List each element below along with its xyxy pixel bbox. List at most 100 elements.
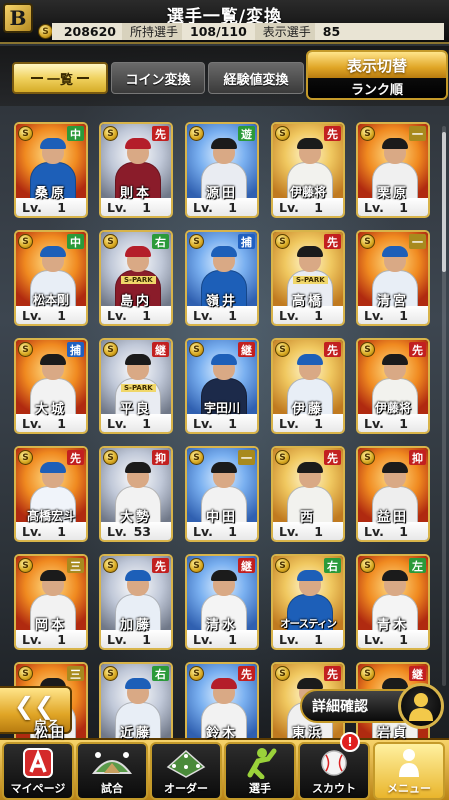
level-value: 1 [399, 631, 408, 647]
level-label: Lv. [107, 199, 127, 215]
player-cap [297, 354, 323, 365]
player-name: 則本 [119, 185, 152, 201]
player-cap [125, 138, 151, 149]
position-badge: 右 [152, 666, 169, 681]
position-badge: 先 [324, 666, 341, 681]
coin-convertible-icon: S [103, 234, 118, 249]
player-card[interactable]: S 継 清水 Lv. 1 [185, 554, 259, 650]
level-value: 1 [142, 199, 151, 215]
player-card[interactable]: S 右 オースティン Lv. 1 [271, 554, 345, 650]
position-badge: 遊 [238, 126, 255, 141]
level-label: Lv. [22, 631, 42, 647]
player-cap [382, 354, 408, 365]
level-value: 53 [133, 523, 151, 539]
player-card[interactable]: S 先 西 Lv. 1 [271, 446, 345, 542]
sort-toggle-button[interactable]: 表示切替 ランク順 [306, 50, 448, 100]
player-card[interactable]: S 継 宇田川 Lv. 1 [185, 338, 259, 434]
nav-label: 選手 [249, 782, 271, 795]
player-name: 源田 [205, 185, 238, 201]
level-value: 1 [399, 415, 408, 431]
nav-scout[interactable]: スカウト [298, 742, 370, 800]
nav-mypage[interactable]: マイページ [2, 742, 74, 800]
player-name: 宇田川 [203, 400, 240, 415]
player-card[interactable]: S 三 岡本 Lv. 1 [14, 554, 88, 650]
coin-convertible-icon: S [18, 342, 33, 357]
level-label: Lv. [364, 307, 384, 323]
player-card[interactable]: S 左 青木 Lv. 1 [356, 554, 430, 650]
nav-player[interactable]: 選手 [224, 742, 296, 800]
player-card[interactable]: S 捕 大城 Lv. 1 [14, 338, 88, 434]
tab-list[interactable]: 一覧 [12, 62, 108, 94]
tab-label: コイン変換 [125, 72, 191, 88]
coin-convertible-icon: S [360, 558, 375, 573]
player-card[interactable]: S 中 桑原 Lv. 1 [14, 122, 88, 218]
scrollbar[interactable] [442, 126, 446, 686]
player-card[interactable]: S 先 S-PARK 高橋 Lv. 1 [271, 230, 345, 326]
coin-convertible-icon: S [189, 126, 204, 141]
tab-coin-convert[interactable]: コイン変換 [111, 62, 205, 94]
sort-toggle-value: ランク順 [350, 82, 403, 98]
level-value: 1 [228, 199, 237, 215]
position-badge: 抑 [409, 450, 426, 465]
player-card[interactable]: S 抑 益田 Lv. 1 [356, 446, 430, 542]
bottom-nav: マイページ 試合 オーダー 選手 スカウト メニュー [0, 738, 449, 800]
player-card[interactable]: S 捕 嶺井 Lv. 1 [185, 230, 259, 326]
player-card[interactable]: S 一 清宮 Lv. 1 [356, 230, 430, 326]
position-badge: 一 [409, 234, 426, 249]
nav-game[interactable]: 試合 [76, 742, 148, 800]
player-name: 桑原 [34, 185, 67, 201]
coin-convertible-icon: S [275, 558, 290, 573]
level-label: Lv. [279, 631, 299, 647]
level-value: 1 [57, 199, 66, 215]
level-value: 1 [314, 415, 323, 431]
coin-convertible-icon: S [103, 666, 118, 681]
coin-convertible-icon: S [360, 450, 375, 465]
player-name: 青木 [376, 617, 409, 633]
player-card[interactable]: S 抑 大勢 Lv. 53 [99, 446, 173, 542]
player-card[interactable]: S 右 S-PARK 島内 Lv. 1 [99, 230, 173, 326]
player-card[interactable]: S 一 中田 Lv. 1 [185, 446, 259, 542]
coin-convertible-icon: S [360, 234, 375, 249]
player-name: 伊藤将 [374, 400, 411, 415]
level-label: Lv. [364, 415, 384, 431]
level-label: Lv. [22, 307, 42, 323]
player-card[interactable]: S 遊 源田 Lv. 1 [185, 122, 259, 218]
player-cap [382, 570, 408, 581]
player-cap [382, 462, 408, 473]
owned-players-value: 108/110 [190, 24, 247, 39]
player-cap [125, 462, 151, 473]
coin-convertible-icon: S [18, 450, 33, 465]
nav-order[interactable]: オーダー [150, 742, 222, 800]
position-badge: 捕 [67, 342, 84, 357]
player-card[interactable]: S 中 松本剛 Lv. 1 [14, 230, 88, 326]
nav-menu[interactable]: メニュー [373, 742, 445, 800]
player-card[interactable]: S 先 伊藤 Lv. 1 [271, 338, 345, 434]
player-card[interactable]: S 先 加藤 Lv. 1 [99, 554, 173, 650]
player-name: 清水 [205, 617, 238, 633]
position-badge: 継 [409, 666, 426, 681]
player-card[interactable]: S 一 栗原 Lv. 1 [356, 122, 430, 218]
level-label: Lv. [279, 307, 299, 323]
stadium-icon [78, 746, 146, 780]
scrollbar-thumb[interactable] [442, 132, 446, 272]
player-level: Lv. 1 [273, 630, 343, 648]
coin-convertible-icon: S [189, 558, 204, 573]
player-card[interactable]: S 先 伊藤将 Lv. 1 [356, 338, 430, 434]
position-badge: 抑 [152, 450, 169, 465]
tab-exp-convert[interactable]: 経験値変換 [208, 62, 304, 94]
spark-badge: S-PARK [121, 276, 156, 284]
coin-icon: S [38, 24, 53, 39]
player-card[interactable]: S 先 則本 Lv. 1 [99, 122, 173, 218]
player-cap [297, 570, 323, 581]
tab-label: 一覧 [46, 72, 73, 88]
position-badge: 先 [409, 342, 426, 357]
player-card[interactable]: S 先 伊藤将 Lv. 1 [271, 122, 345, 218]
coin-convertible-icon: S [275, 450, 290, 465]
player-card[interactable]: S 継 S-PARK 平良 Lv. 1 [99, 338, 173, 434]
position-badge: 先 [324, 342, 341, 357]
player-name: 松本剛 [32, 292, 69, 307]
coin-convertible-icon: S [18, 234, 33, 249]
coin-convertible-icon: S [275, 126, 290, 141]
coin-convertible-icon: S [275, 234, 290, 249]
player-card[interactable]: S 先 髙橋宏斗 Lv. 1 [14, 446, 88, 542]
